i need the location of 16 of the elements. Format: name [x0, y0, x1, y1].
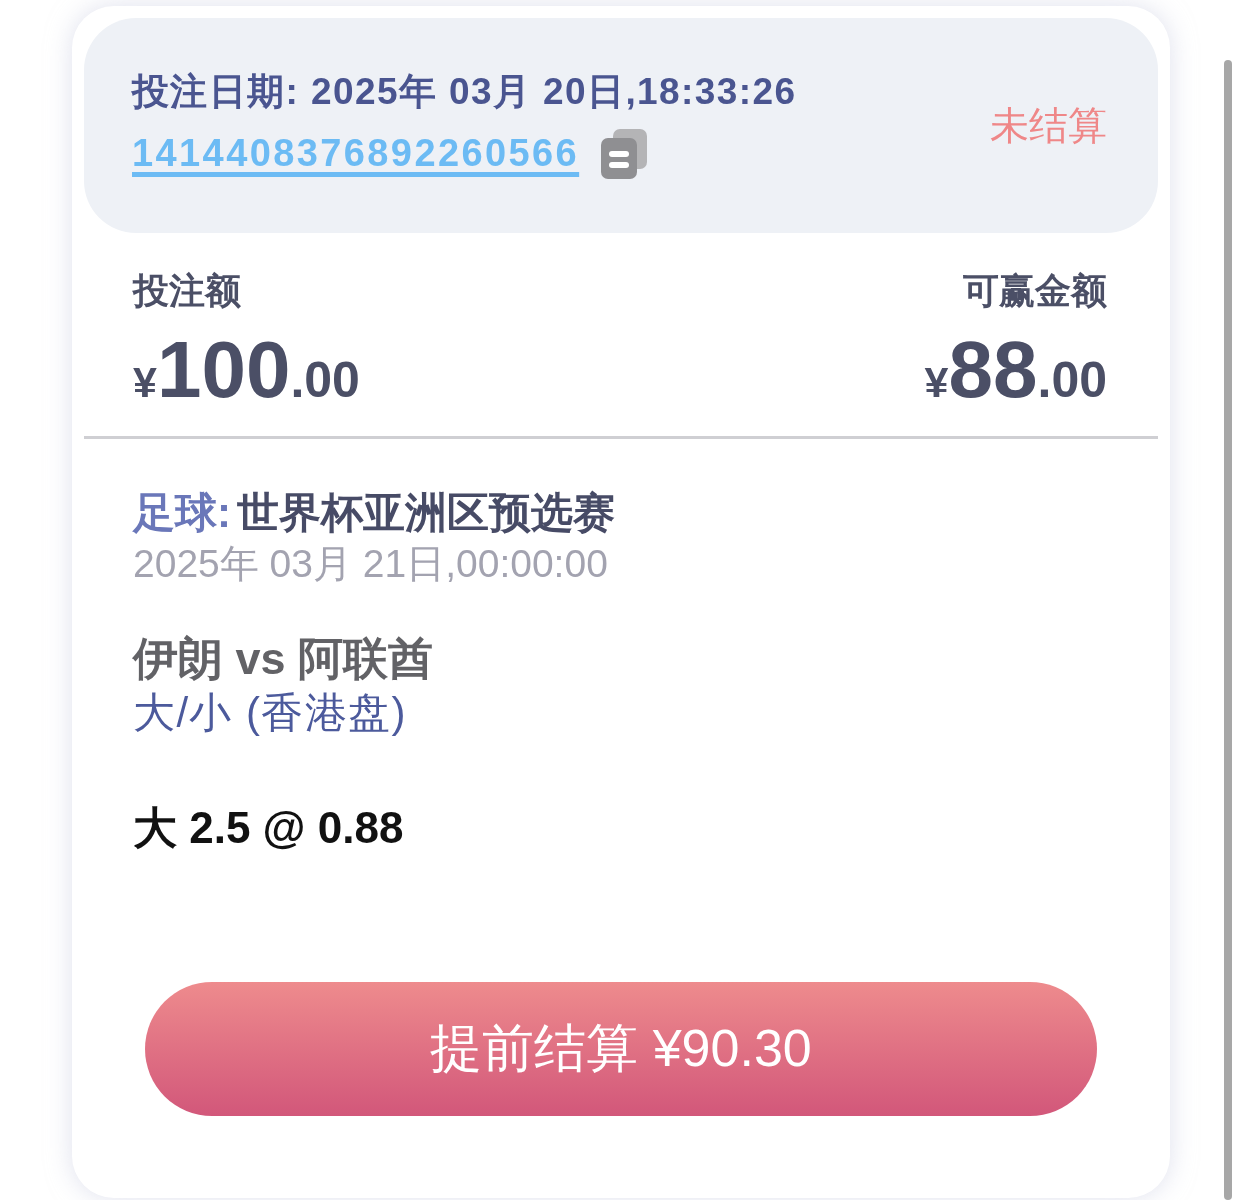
market-name: 大/小 (香港盘)	[133, 688, 408, 738]
amount-value: ¥100.00	[133, 330, 360, 410]
league-name: 世界杯亚洲区预选赛	[237, 488, 615, 538]
bet-id-link[interactable]: 1414408376892260566	[132, 132, 580, 175]
bet-date: 投注日期: 2025年 03月 20日,18:33:26	[132, 69, 797, 114]
selection-odds: 大 2.5 @ 0.88	[133, 802, 405, 854]
bet-status: 未结算	[990, 102, 1107, 149]
copy-icon[interactable]	[601, 128, 648, 179]
scrollbar-thumb[interactable]	[1224, 60, 1232, 1200]
match-time: 2025年 03月 21日,00:00:00	[133, 541, 609, 587]
cashout-button[interactable]: 提前结算 ¥90.30	[145, 982, 1097, 1116]
amount-label: 可赢金额	[963, 269, 1107, 313]
amount-value: ¥88.00	[924, 330, 1107, 410]
match-teams: 伊朗 vs 阿联酋	[133, 632, 435, 686]
amount-label: 投注额	[133, 269, 242, 313]
sport-label: 足球:	[133, 488, 231, 538]
